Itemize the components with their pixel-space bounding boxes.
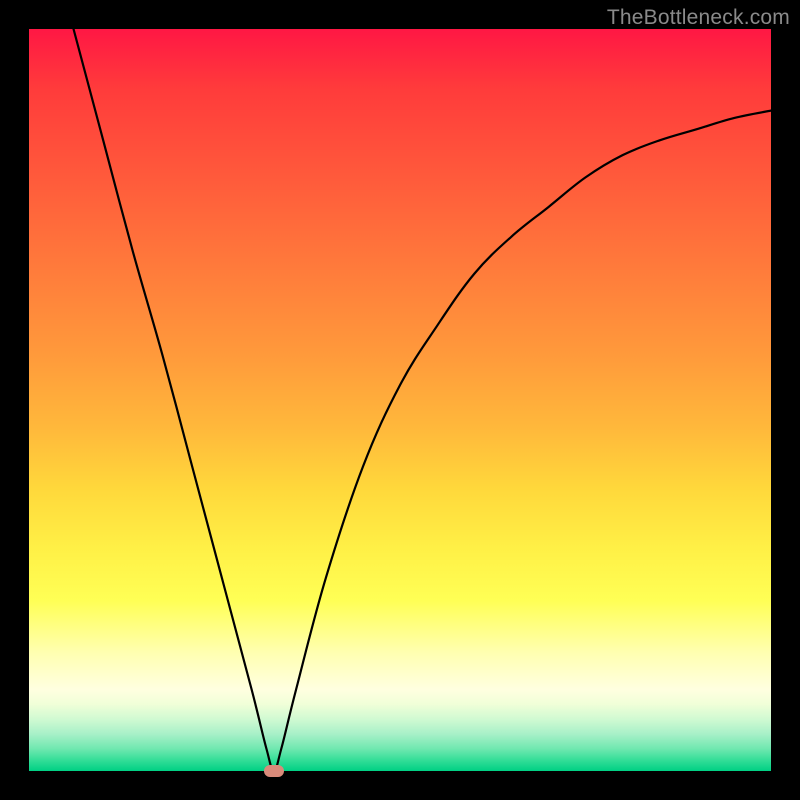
chart-frame: TheBottleneck.com [0, 0, 800, 800]
plot-area [29, 29, 771, 771]
minimum-marker [264, 765, 284, 777]
watermark-text: TheBottleneck.com [607, 6, 790, 30]
bottleneck-curve [29, 29, 771, 771]
